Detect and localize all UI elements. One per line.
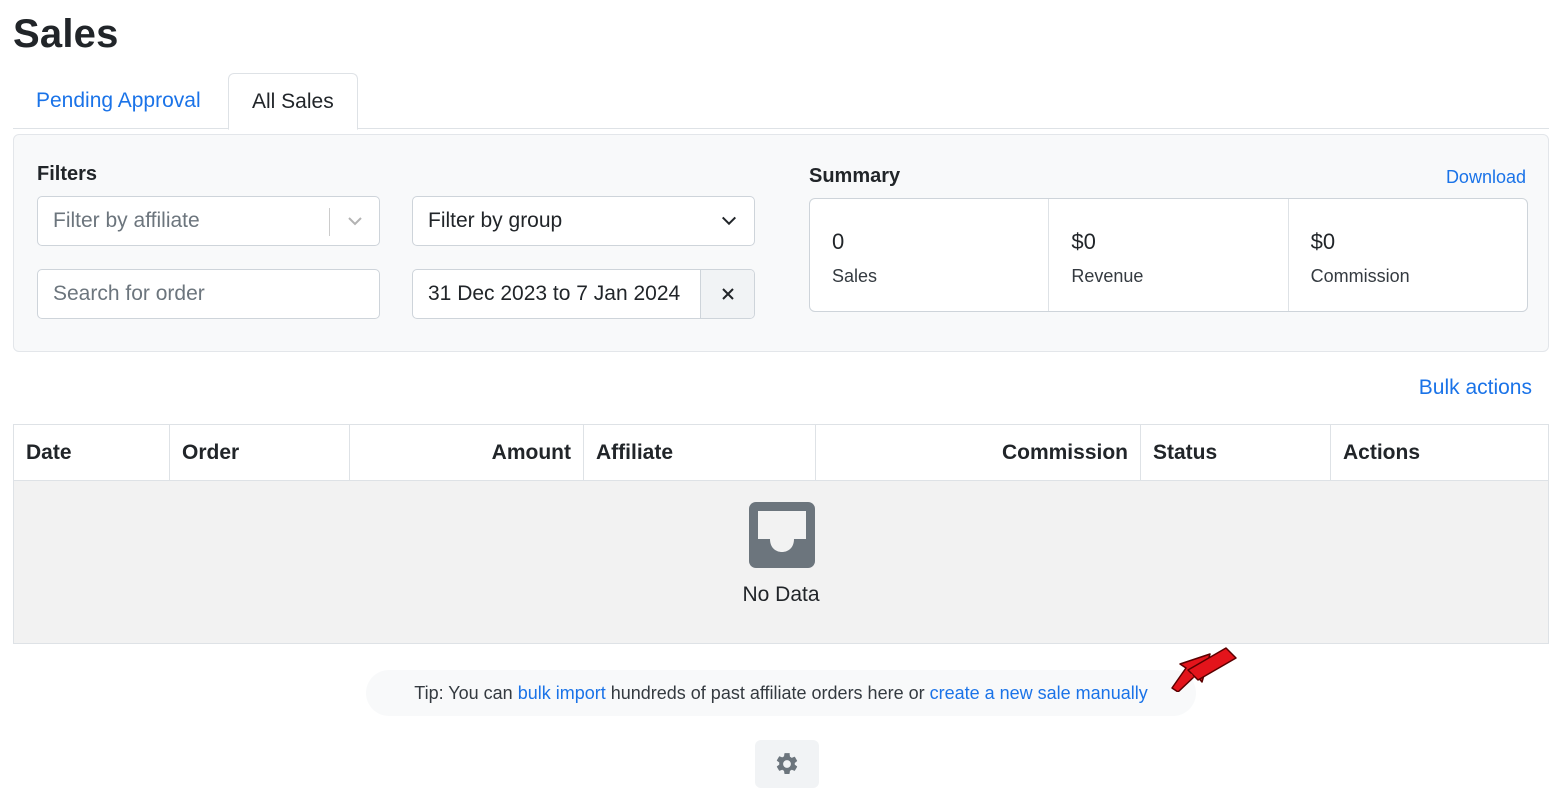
tab-all-sales[interactable]: All Sales [228, 73, 358, 130]
stat-value: $0 [1310, 229, 1336, 254]
tip-middle: hundreds of past affiliate orders here o… [605, 683, 930, 703]
filters-heading: Filters [37, 163, 98, 185]
table-empty-state: No Data [14, 481, 1548, 643]
close-icon [721, 288, 734, 300]
column-header-affiliate[interactable]: Affiliate [584, 425, 816, 480]
select-separator [329, 208, 330, 236]
date-range-picker[interactable]: 31 Dec 2023 to 7 Jan 2024 [412, 269, 755, 319]
stat-commission: $0 Commission [1289, 199, 1527, 311]
stat-value: 0 [832, 229, 845, 254]
stat-label: Sales [832, 266, 878, 286]
empty-state-text: No Data [742, 583, 820, 606]
download-link[interactable]: Download [1446, 167, 1526, 188]
clear-date-button[interactable] [700, 270, 754, 318]
order-search-placeholder: Search for order [53, 282, 205, 305]
column-header-order[interactable]: Order [170, 425, 350, 480]
column-header-date[interactable]: Date [14, 425, 170, 480]
bulk-actions-link[interactable]: Bulk actions [1419, 376, 1532, 400]
create-sale-link[interactable]: create a new sale manually [930, 683, 1148, 703]
table-header: Date Order Amount Affiliate Commission S… [14, 425, 1548, 481]
page-title: Sales [13, 12, 119, 56]
chevron-down-icon [721, 216, 737, 226]
summary-heading: Summary [809, 165, 901, 187]
stat-label: Revenue [1071, 266, 1144, 286]
stat-label: Commission [1310, 266, 1410, 286]
group-filter-select[interactable]: Filter by group [412, 196, 755, 246]
stat-value: $0 [1071, 229, 1096, 254]
tip-prefix: Tip: You can [414, 683, 518, 703]
settings-button[interactable] [755, 740, 819, 788]
tab-bar: Pending Approval All Sales [13, 73, 1549, 130]
group-filter-value: Filter by group [428, 209, 563, 232]
tip-banner: Tip: You can bulk import hundreds of pas… [366, 670, 1196, 716]
chevron-down-icon[interactable] [345, 211, 365, 231]
sales-table: Date Order Amount Affiliate Commission S… [13, 424, 1549, 644]
gear-icon [776, 753, 798, 774]
stat-revenue: $0 Revenue [1049, 199, 1289, 311]
tab-pending-approval[interactable]: Pending Approval [13, 73, 224, 129]
stat-sales: 0 Sales [810, 199, 1050, 311]
affiliate-filter-placeholder: Filter by affiliate [53, 209, 200, 232]
column-header-status[interactable]: Status [1141, 425, 1331, 480]
column-header-commission[interactable]: Commission [816, 425, 1141, 480]
order-search-input[interactable]: Search for order [37, 269, 380, 319]
column-header-amount[interactable]: Amount [350, 425, 584, 480]
affiliate-filter-select[interactable]: Filter by affiliate [37, 196, 380, 246]
date-range-value: 31 Dec 2023 to 7 Jan 2024 [428, 282, 681, 305]
bulk-import-link[interactable]: bulk import [518, 683, 606, 703]
inbox-icon [749, 502, 815, 568]
column-header-actions: Actions [1343, 441, 1421, 464]
red-arrow-icon [1171, 647, 1237, 692]
filters-summary-panel: Filters Filter by affiliate Filter by gr… [13, 134, 1549, 352]
summary-stats: 0 Sales $0 Revenue $0 Commission [809, 198, 1528, 312]
